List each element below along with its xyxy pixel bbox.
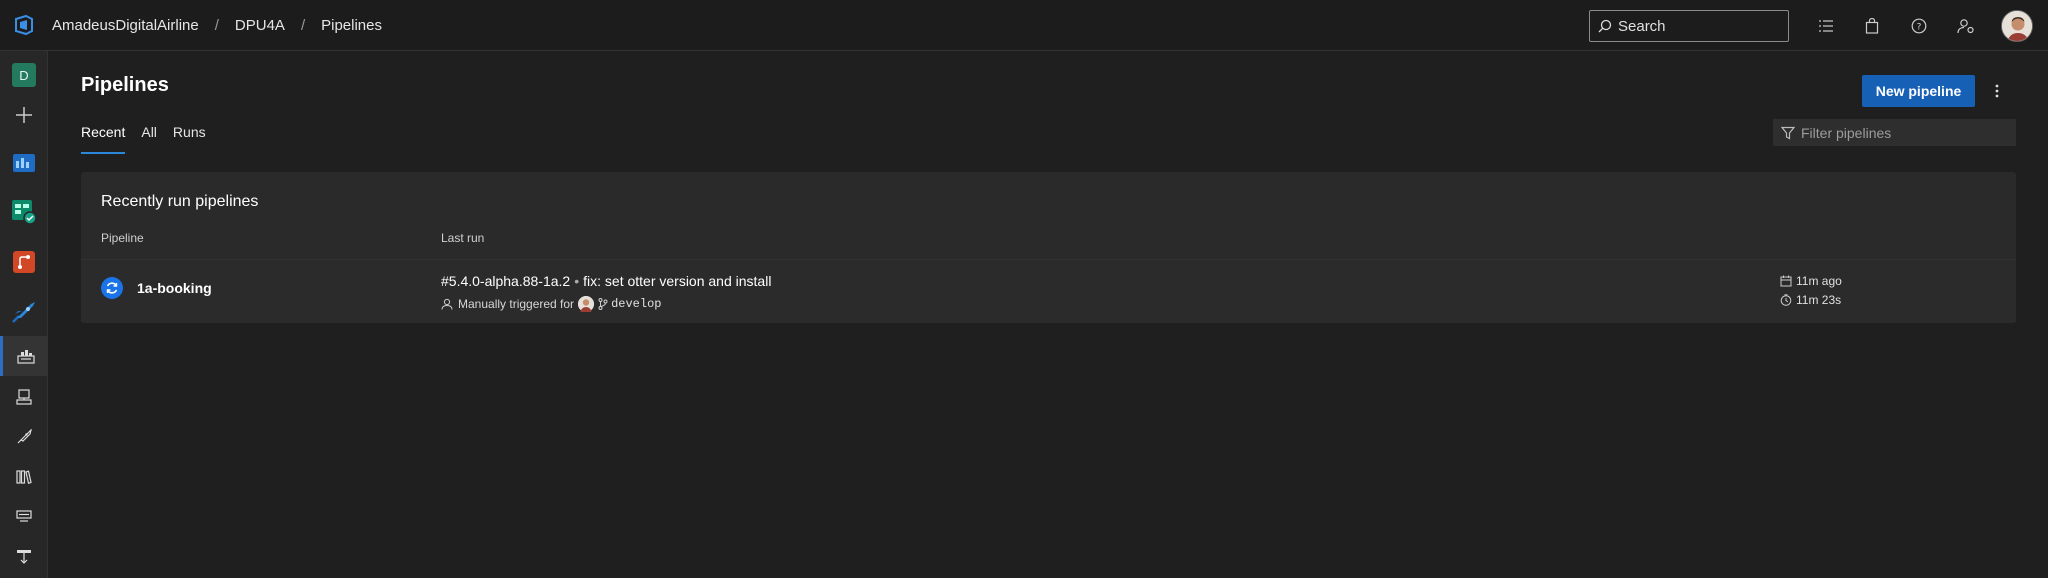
left-sidebar: D xyxy=(0,51,48,578)
repos-icon[interactable] xyxy=(0,242,48,282)
azure-devops-logo-icon[interactable] xyxy=(0,0,48,51)
bullet-separator: • xyxy=(574,273,580,289)
task-list-icon[interactable] xyxy=(1814,14,1838,38)
tab-runs[interactable]: Runs xyxy=(173,124,206,154)
user-avatar[interactable] xyxy=(2001,10,2033,42)
table-row[interactable]: 1a-booking #5.4.0-alpha.88-1a.2 • fix: set… xyxy=(81,259,2016,322)
clock-icon xyxy=(1780,294,1792,306)
marketplace-bag-icon[interactable] xyxy=(1860,14,1884,38)
pipelines-icon[interactable] xyxy=(0,292,48,332)
search-box[interactable]: Search xyxy=(1589,10,1789,42)
main-content: Pipelines New pipeline Recent All Runs F… xyxy=(49,52,2048,578)
tab-recent[interactable]: Recent xyxy=(81,124,126,154)
user-settings-icon[interactable] xyxy=(1954,14,1978,38)
breadcrumb-separator: / xyxy=(214,16,219,34)
page-title: Pipelines xyxy=(81,74,169,96)
breadcrumb-org[interactable]: AmadeusDigitalAirline xyxy=(48,17,203,34)
duration-value: 11m 23s xyxy=(1796,293,1842,307)
filter-icon xyxy=(1781,126,1795,139)
library-icon[interactable] xyxy=(0,457,48,497)
overview-icon[interactable] xyxy=(0,142,48,182)
pipeline-tabs: Recent All Runs xyxy=(81,124,222,154)
search-icon xyxy=(1598,19,1612,33)
builds-icon[interactable] xyxy=(0,336,48,376)
column-header-last-run: Last run xyxy=(441,231,485,245)
trigger-user-avatar xyxy=(578,296,595,312)
last-run-title[interactable]: #5.4.0-alpha.88-1a.2 • fix: set otter vers… xyxy=(441,273,771,289)
breadcrumb-project[interactable]: DPU4A xyxy=(231,17,289,34)
run-trigger-info: Manually triggered for develop xyxy=(441,296,661,312)
card-title: Recently run pipelines xyxy=(101,193,259,210)
project-badge[interactable]: D xyxy=(0,55,48,95)
new-pipeline-button[interactable]: New pipeline xyxy=(1862,75,1975,107)
run-time-ago: 11m ago xyxy=(1780,274,1842,288)
deployment-groups-icon[interactable] xyxy=(0,537,48,577)
top-bar: AmadeusDigitalAirline / DPU4A / Pipeline… xyxy=(0,0,2048,51)
filter-placeholder: Filter pipelines xyxy=(1801,124,1892,141)
more-actions-icon[interactable] xyxy=(1985,77,2009,105)
branch-icon xyxy=(598,298,608,310)
releases-icon[interactable] xyxy=(0,417,48,457)
svg-text:?: ? xyxy=(1917,23,1922,33)
run-number: #5.4.0-alpha.88-1a.2 xyxy=(441,273,571,289)
task-groups-icon[interactable] xyxy=(0,497,48,537)
commit-message: fix: set otter version and install xyxy=(583,273,772,289)
project-initial: D xyxy=(12,63,36,87)
recent-pipelines-card: Recently run pipelines Pipeline Last run… xyxy=(81,172,2016,323)
person-icon xyxy=(441,298,453,310)
help-icon[interactable]: ? xyxy=(1907,14,1931,38)
boards-check-icon[interactable] xyxy=(0,192,48,232)
search-label: Search xyxy=(1618,17,1666,35)
column-header-pipeline: Pipeline xyxy=(101,231,144,245)
breadcrumb-section[interactable]: Pipelines xyxy=(317,17,386,34)
branch-name: develop xyxy=(611,297,662,311)
running-status-icon xyxy=(101,277,123,299)
filter-pipelines-input[interactable]: Filter pipelines xyxy=(1773,119,2016,146)
tab-all[interactable]: All xyxy=(141,124,157,154)
calendar-icon xyxy=(1780,275,1792,287)
time-ago-value: 11m ago xyxy=(1796,274,1842,288)
pipeline-name-link[interactable]: 1a-booking xyxy=(137,280,212,296)
environments-icon[interactable] xyxy=(0,377,48,417)
breadcrumb-separator: / xyxy=(300,16,306,34)
breadcrumb: AmadeusDigitalAirline / DPU4A / Pipeline… xyxy=(48,17,386,34)
add-icon[interactable] xyxy=(0,95,48,135)
trigger-text: Manually triggered for xyxy=(458,297,575,311)
run-duration: 11m 23s xyxy=(1780,293,1841,307)
